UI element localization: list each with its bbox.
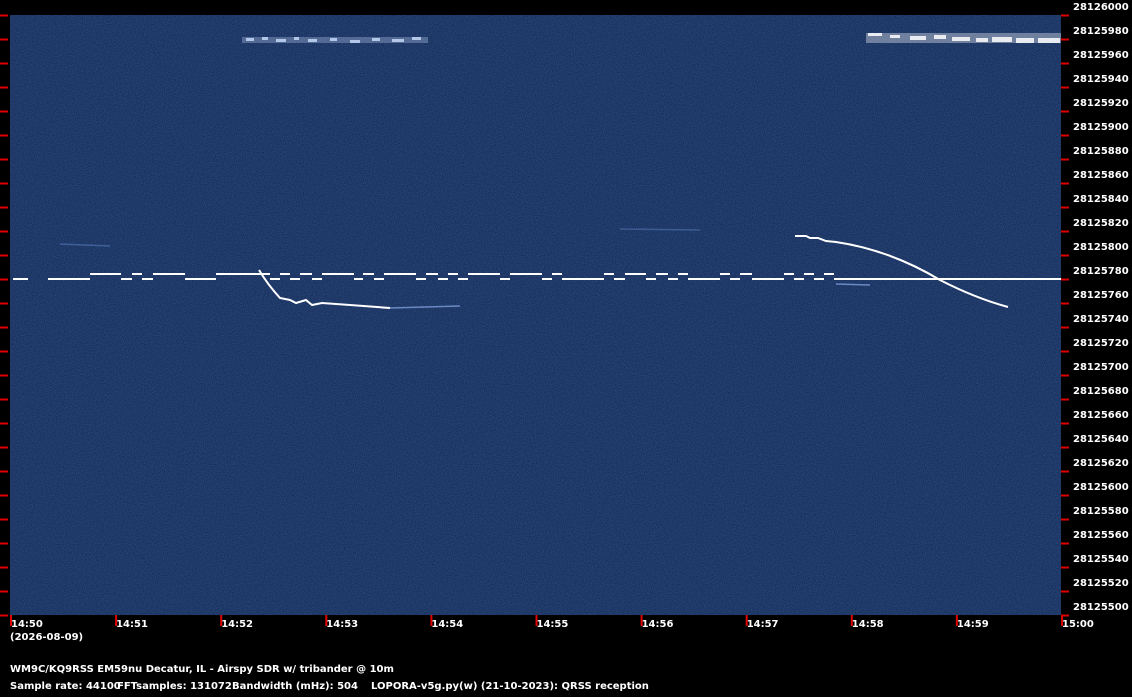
frequency-label: 28125840 — [1073, 194, 1129, 205]
time-label: 14:50 — [11, 619, 43, 630]
frequency-label: 28125700 — [1073, 362, 1129, 373]
frequency-label: 28125520 — [1073, 578, 1129, 589]
time-label: 14:53 — [326, 619, 359, 630]
frequency-label: 28125720 — [1073, 338, 1129, 349]
date-label: (2026-08-09) — [10, 632, 84, 643]
software-info: LOPORA-v5g.py(w) (21-10-2023): QRSS rece… — [371, 681, 649, 692]
sample-rate: Sample rate: 44100 — [10, 681, 121, 692]
time-label: 14:57 — [746, 619, 779, 630]
time-label: 14:56 — [641, 619, 674, 630]
frequency-label: 28125740 — [1073, 314, 1129, 325]
frequency-label: 28125900 — [1073, 122, 1129, 133]
frequency-label: 28125580 — [1073, 506, 1129, 517]
frequency-label: 28125620 — [1073, 458, 1129, 469]
frequency-label: 28125660 — [1073, 410, 1129, 421]
frequency-label: 28125760 — [1073, 290, 1129, 301]
time-label: 14:54 — [431, 619, 464, 630]
fft-samples: FFTsamples: 131072 — [117, 681, 232, 692]
frequency-label: 28125600 — [1073, 482, 1129, 493]
signal-burst-top-left — [242, 37, 428, 43]
time-label: 15:00 — [1062, 619, 1094, 630]
frequency-label: 28125920 — [1073, 98, 1129, 109]
frequency-label: 28125780 — [1073, 266, 1129, 277]
frequency-label: 28125680 — [1073, 386, 1129, 397]
frequency-label: 28125560 — [1073, 530, 1129, 541]
frequency-label: 28125640 — [1073, 434, 1129, 445]
waterfall-display — [0, 14, 1069, 626]
frequency-label: 28125860 — [1073, 170, 1129, 181]
time-label: 14:58 — [851, 619, 884, 630]
bandwidth: Bandwidth (mHz): 504 — [232, 681, 358, 692]
time-label: 14:55 — [536, 619, 569, 630]
frequency-label: 28125960 — [1073, 50, 1129, 61]
frequency-label: 28126000 — [1073, 2, 1129, 13]
frequency-label: 28125880 — [1073, 146, 1129, 157]
frequency-label: 28125980 — [1073, 26, 1129, 37]
frequency-label: 28125820 — [1073, 218, 1129, 229]
frequency-label: 28125540 — [1073, 554, 1129, 565]
time-label: 14:59 — [956, 619, 989, 630]
frequency-label: 28125940 — [1073, 74, 1129, 85]
time-label: 14:52 — [221, 619, 254, 630]
time-label: 14:51 — [116, 619, 148, 630]
frequency-label: 28125500 — [1073, 602, 1129, 613]
station-info: WM9C/KQ9RSS EM59nu Decatur, IL - Airspy … — [10, 664, 394, 675]
signal-burst-top-right — [866, 33, 1061, 43]
frequency-label: 28125800 — [1073, 242, 1129, 253]
waterfall-noise — [10, 15, 1061, 615]
